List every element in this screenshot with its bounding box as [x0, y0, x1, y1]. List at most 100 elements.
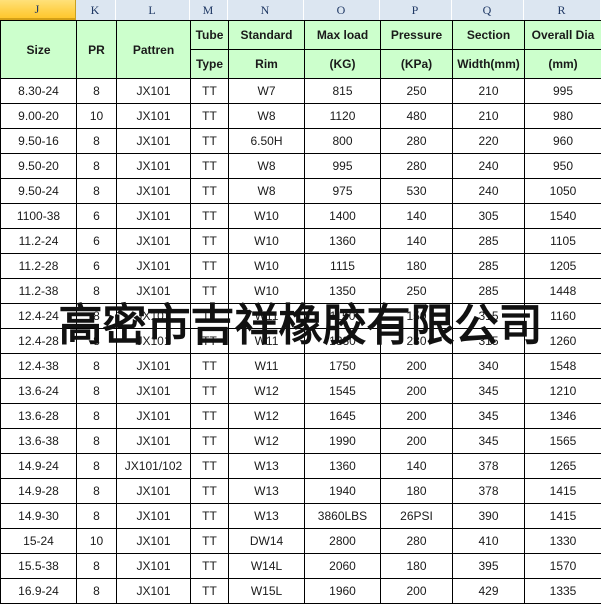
- column-header-r[interactable]: R: [524, 0, 601, 20]
- cell-pattren[interactable]: JX101: [117, 229, 191, 254]
- cell-section-width[interactable]: 285: [453, 279, 525, 304]
- cell-tube-type[interactable]: TT: [191, 304, 229, 329]
- cell-overall-dia[interactable]: 1540: [525, 204, 601, 229]
- cell-size[interactable]: 14.9-30: [1, 504, 77, 529]
- cell-overall-dia[interactable]: 950: [525, 154, 601, 179]
- cell-tube-type[interactable]: TT: [191, 404, 229, 429]
- cell-section-width[interactable]: 378: [453, 479, 525, 504]
- cell-overall-dia[interactable]: 1265: [525, 454, 601, 479]
- cell-max-load[interactable]: 1120: [305, 104, 381, 129]
- cell-pattren[interactable]: JX101: [117, 154, 191, 179]
- cell-tube-type[interactable]: TT: [191, 229, 229, 254]
- cell-pattren[interactable]: JX101: [117, 104, 191, 129]
- cell-pressure[interactable]: 180: [381, 554, 453, 579]
- cell-pattren[interactable]: JX101: [117, 354, 191, 379]
- cell-standard-rim[interactable]: W12: [229, 404, 305, 429]
- cell-size[interactable]: 9.50-16: [1, 129, 77, 154]
- cell-pressure[interactable]: 480: [381, 104, 453, 129]
- cell-pr[interactable]: 8: [77, 79, 117, 104]
- cell-section-width[interactable]: 315: [453, 304, 525, 329]
- cell-max-load[interactable]: 1750: [305, 354, 381, 379]
- cell-pr[interactable]: 8: [77, 454, 117, 479]
- cell-max-load[interactable]: 1960: [305, 579, 381, 604]
- cell-section-width[interactable]: 395: [453, 554, 525, 579]
- cell-overall-dia[interactable]: 995: [525, 79, 601, 104]
- cell-pattren[interactable]: JX101: [117, 554, 191, 579]
- cell-max-load[interactable]: 2800: [305, 529, 381, 554]
- cell-standard-rim[interactable]: W11: [229, 329, 305, 354]
- cell-pressure[interactable]: 200: [381, 354, 453, 379]
- cell-tube-type[interactable]: TT: [191, 154, 229, 179]
- cell-pr[interactable]: 8: [77, 304, 117, 329]
- cell-pattren[interactable]: JX101: [117, 504, 191, 529]
- cell-pressure[interactable]: 140: [381, 229, 453, 254]
- cell-pattren[interactable]: JX101: [117, 79, 191, 104]
- cell-pr[interactable]: 10: [77, 104, 117, 129]
- cell-pattren[interactable]: JX101: [117, 204, 191, 229]
- cell-overall-dia[interactable]: 1415: [525, 479, 601, 504]
- cell-tube-type[interactable]: TT: [191, 379, 229, 404]
- cell-size[interactable]: 14.9-24: [1, 454, 77, 479]
- column-header-l[interactable]: L: [116, 0, 190, 20]
- cell-standard-rim[interactable]: W13: [229, 479, 305, 504]
- cell-size[interactable]: 12.4-24: [1, 304, 77, 329]
- cell-pr[interactable]: 8: [77, 179, 117, 204]
- cell-size[interactable]: 9.00-20: [1, 104, 77, 129]
- cell-pressure[interactable]: 200: [381, 404, 453, 429]
- cell-pattren[interactable]: JX101: [117, 304, 191, 329]
- cell-max-load[interactable]: 975: [305, 179, 381, 204]
- cell-standard-rim[interactable]: W8: [229, 179, 305, 204]
- cell-tube-type[interactable]: TT: [191, 129, 229, 154]
- cell-section-width[interactable]: 210: [453, 79, 525, 104]
- cell-pressure[interactable]: 280: [381, 529, 453, 554]
- cell-pattren[interactable]: JX101: [117, 379, 191, 404]
- cell-section-width[interactable]: 378: [453, 454, 525, 479]
- cell-section-width[interactable]: 429: [453, 579, 525, 604]
- cell-max-load[interactable]: 1330: [305, 329, 381, 354]
- cell-max-load[interactable]: 1350: [305, 279, 381, 304]
- cell-tube-type[interactable]: TT: [191, 79, 229, 104]
- cell-max-load[interactable]: 1115: [305, 254, 381, 279]
- cell-pattren[interactable]: JX101: [117, 579, 191, 604]
- column-header-p[interactable]: P: [380, 0, 452, 20]
- cell-size[interactable]: 9.50-20: [1, 154, 77, 179]
- cell-max-load[interactable]: 1940: [305, 479, 381, 504]
- cell-tube-type[interactable]: TT: [191, 354, 229, 379]
- cell-section-width[interactable]: 315: [453, 329, 525, 354]
- cell-pressure[interactable]: 200: [381, 379, 453, 404]
- cell-section-width[interactable]: 240: [453, 179, 525, 204]
- cell-size[interactable]: 8.30-24: [1, 79, 77, 104]
- cell-max-load[interactable]: 1360: [305, 454, 381, 479]
- cell-tube-type[interactable]: TT: [191, 104, 229, 129]
- cell-tube-type[interactable]: TT: [191, 329, 229, 354]
- cell-overall-dia[interactable]: 980: [525, 104, 601, 129]
- cell-pressure[interactable]: 140: [381, 204, 453, 229]
- cell-size[interactable]: 11.2-24: [1, 229, 77, 254]
- cell-standard-rim[interactable]: W15L: [229, 579, 305, 604]
- cell-size[interactable]: 13.6-38: [1, 429, 77, 454]
- cell-size[interactable]: 16.9-24: [1, 579, 77, 604]
- column-header-m[interactable]: M: [190, 0, 228, 20]
- cell-pattren[interactable]: JX101: [117, 529, 191, 554]
- cell-pressure[interactable]: 280: [381, 154, 453, 179]
- cell-size[interactable]: 15-24: [1, 529, 77, 554]
- cell-pr[interactable]: 8: [77, 554, 117, 579]
- cell-section-width[interactable]: 285: [453, 229, 525, 254]
- cell-max-load[interactable]: 995: [305, 154, 381, 179]
- cell-pressure[interactable]: 280: [381, 129, 453, 154]
- cell-pressure[interactable]: 230: [381, 329, 453, 354]
- cell-size[interactable]: 13.6-28: [1, 404, 77, 429]
- cell-overall-dia[interactable]: 1330: [525, 529, 601, 554]
- column-header-q[interactable]: Q: [452, 0, 524, 20]
- cell-max-load[interactable]: 1150: [305, 304, 381, 329]
- cell-max-load[interactable]: 1645: [305, 404, 381, 429]
- cell-pr[interactable]: 8: [77, 504, 117, 529]
- cell-section-width[interactable]: 345: [453, 404, 525, 429]
- cell-standard-rim[interactable]: W13: [229, 504, 305, 529]
- cell-pr[interactable]: 6: [77, 229, 117, 254]
- cell-overall-dia[interactable]: 1565: [525, 429, 601, 454]
- cell-section-width[interactable]: 345: [453, 379, 525, 404]
- cell-overall-dia[interactable]: 1210: [525, 379, 601, 404]
- cell-tube-type[interactable]: TT: [191, 454, 229, 479]
- cell-pr[interactable]: 8: [77, 354, 117, 379]
